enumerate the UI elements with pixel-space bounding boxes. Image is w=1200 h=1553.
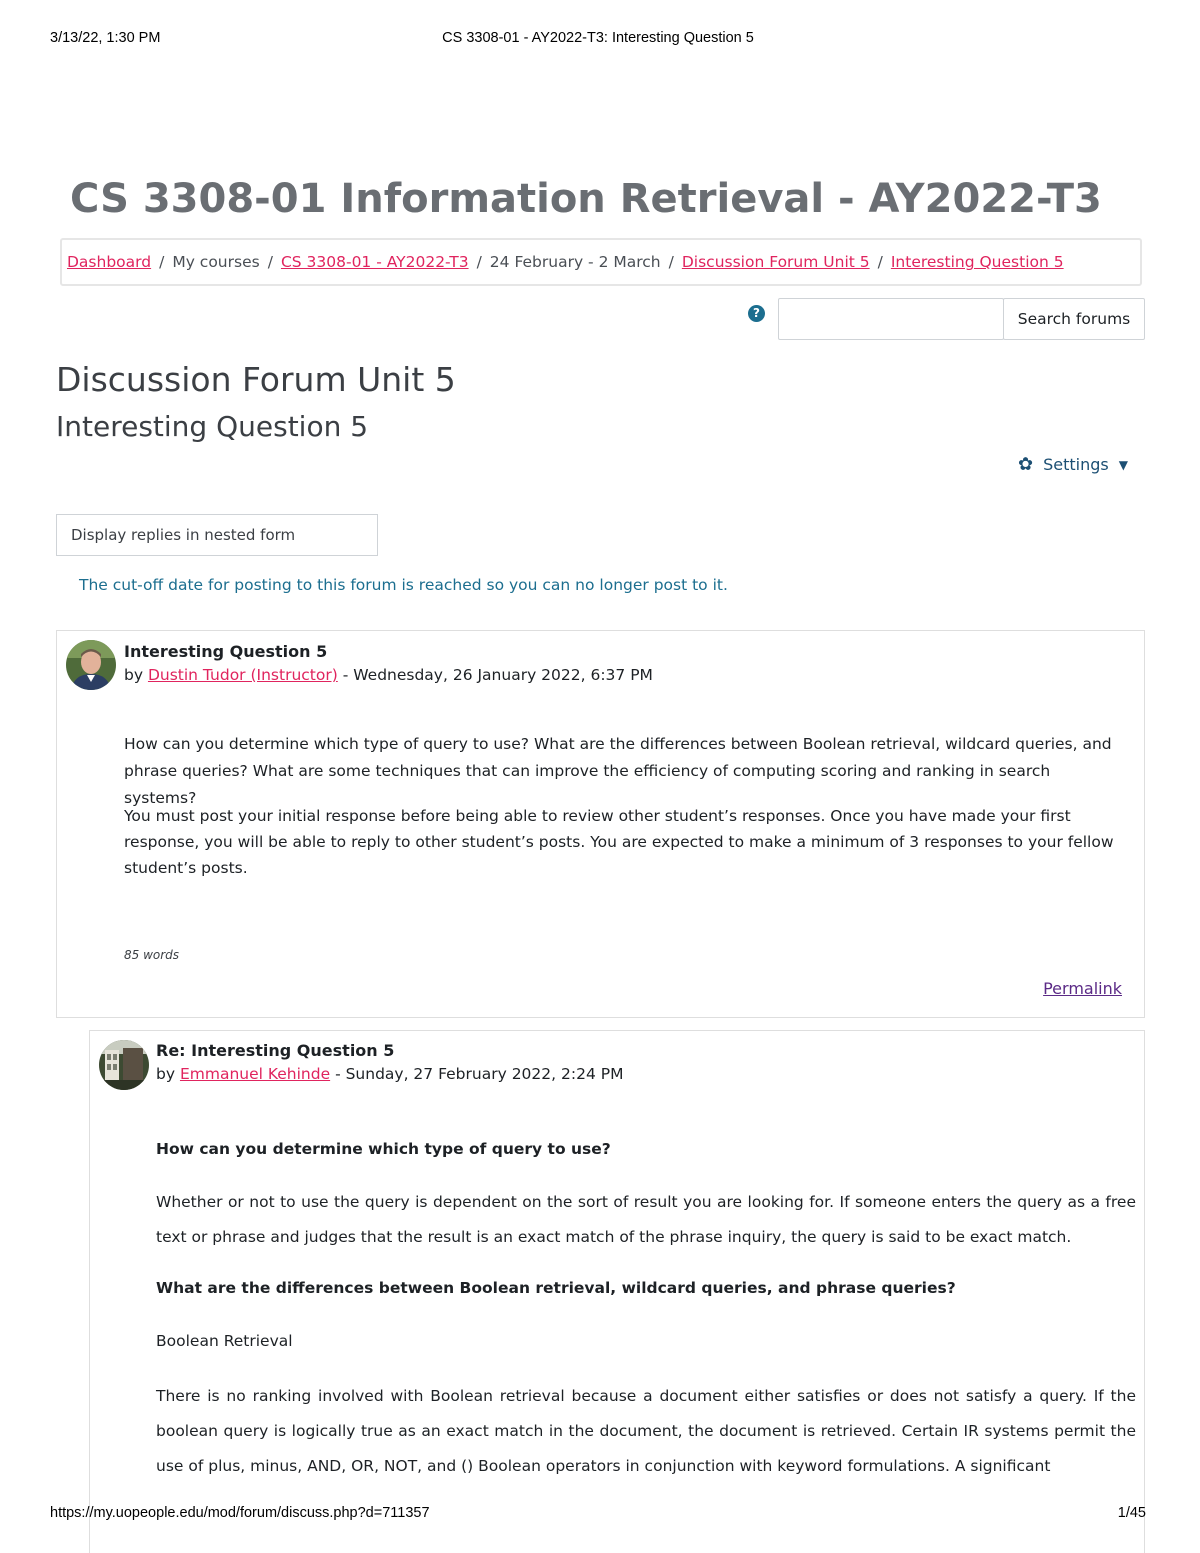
cutoff-notice: The cut-off date for posting to this for… — [79, 576, 728, 594]
breadcrumb: Dashboard / My courses / CS 3308-01 - AY… — [60, 238, 1142, 286]
post-byline: by Dustin Tudor (Instructor) - Wednesday… — [124, 666, 653, 684]
author-link[interactable]: Dustin Tudor (Instructor) — [148, 666, 338, 684]
discussion-title: Interesting Question 5 — [56, 410, 369, 443]
reply-question: How can you determine which type of quer… — [156, 1140, 611, 1158]
post-date: - Wednesday, 26 January 2022, 6:37 PM — [342, 666, 653, 684]
caret-down-icon: ▼ — [1118, 457, 1128, 472]
display-mode-select[interactable]: Display replies in nested form — [56, 514, 378, 556]
breadcrumb-week: 24 February - 2 March — [489, 253, 661, 271]
search-forums-button[interactable]: Search forums — [1003, 298, 1145, 340]
reply-paragraph: Whether or not to use the query is depen… — [156, 1193, 1136, 1246]
forum-post: Interesting Question 5 by Dustin Tudor (… — [56, 630, 1145, 1018]
post-paragraph: You must post your initial response befo… — [124, 807, 1114, 877]
permalink-link[interactable]: Permalink — [1043, 979, 1122, 998]
avatar[interactable] — [66, 640, 116, 690]
question-circle-icon[interactable]: ? — [748, 305, 765, 322]
post-date: - Sunday, 27 February 2022, 2:24 PM — [335, 1065, 624, 1083]
settings-menu[interactable]: ✿ Settings ▼ — [1018, 454, 1128, 475]
gear-icon: ✿ — [1018, 454, 1034, 475]
word-count: 85 words — [124, 948, 180, 962]
reply-subheading: Boolean Retrieval — [156, 1332, 293, 1350]
breadcrumb-my-courses: My courses — [172, 253, 260, 271]
breadcrumb-separator: / — [668, 253, 674, 271]
print-url: https://my.uopeople.edu/mod/forum/discus… — [50, 1505, 430, 1521]
forum-title: Discussion Forum Unit 5 — [56, 360, 456, 399]
post-subject: Interesting Question 5 — [124, 642, 328, 661]
by-prefix: by — [156, 1065, 176, 1083]
breadcrumb-separator: / — [267, 253, 273, 271]
course-title: CS 3308-01 Information Retrieval - AY202… — [70, 176, 1102, 222]
breadcrumb-separator: / — [877, 253, 883, 271]
search-forums-input[interactable] — [778, 298, 1004, 340]
author-link[interactable]: Emmanuel Kehinde — [180, 1065, 330, 1083]
breadcrumb-separator: / — [476, 253, 482, 271]
post-subject: Re: Interesting Question 5 — [156, 1041, 395, 1060]
breadcrumb-course[interactable]: CS 3308-01 - AY2022-T3 — [281, 253, 469, 271]
breadcrumb-discussion[interactable]: Interesting Question 5 — [891, 253, 1064, 271]
by-prefix: by — [124, 666, 144, 684]
print-page-title: CS 3308-01 - AY2022-T3: Interesting Ques… — [442, 30, 754, 46]
post-paragraph: How can you determine which type of quer… — [124, 735, 1112, 807]
reply-question: What are the differences between Boolean… — [156, 1279, 956, 1297]
reply-paragraph: There is no ranking involved with Boolea… — [156, 1387, 1136, 1475]
forum-reply: Re: Interesting Question 5 by Emmanuel K… — [89, 1030, 1145, 1553]
avatar[interactable] — [99, 1040, 149, 1090]
print-page-number: 1/45 — [1117, 1505, 1146, 1521]
breadcrumb-separator: / — [159, 253, 165, 271]
post-byline: by Emmanuel Kehinde - Sunday, 27 Februar… — [156, 1065, 623, 1083]
breadcrumb-forum[interactable]: Discussion Forum Unit 5 — [682, 253, 870, 271]
breadcrumb-dashboard[interactable]: Dashboard — [67, 253, 151, 271]
settings-label: Settings — [1043, 455, 1109, 474]
